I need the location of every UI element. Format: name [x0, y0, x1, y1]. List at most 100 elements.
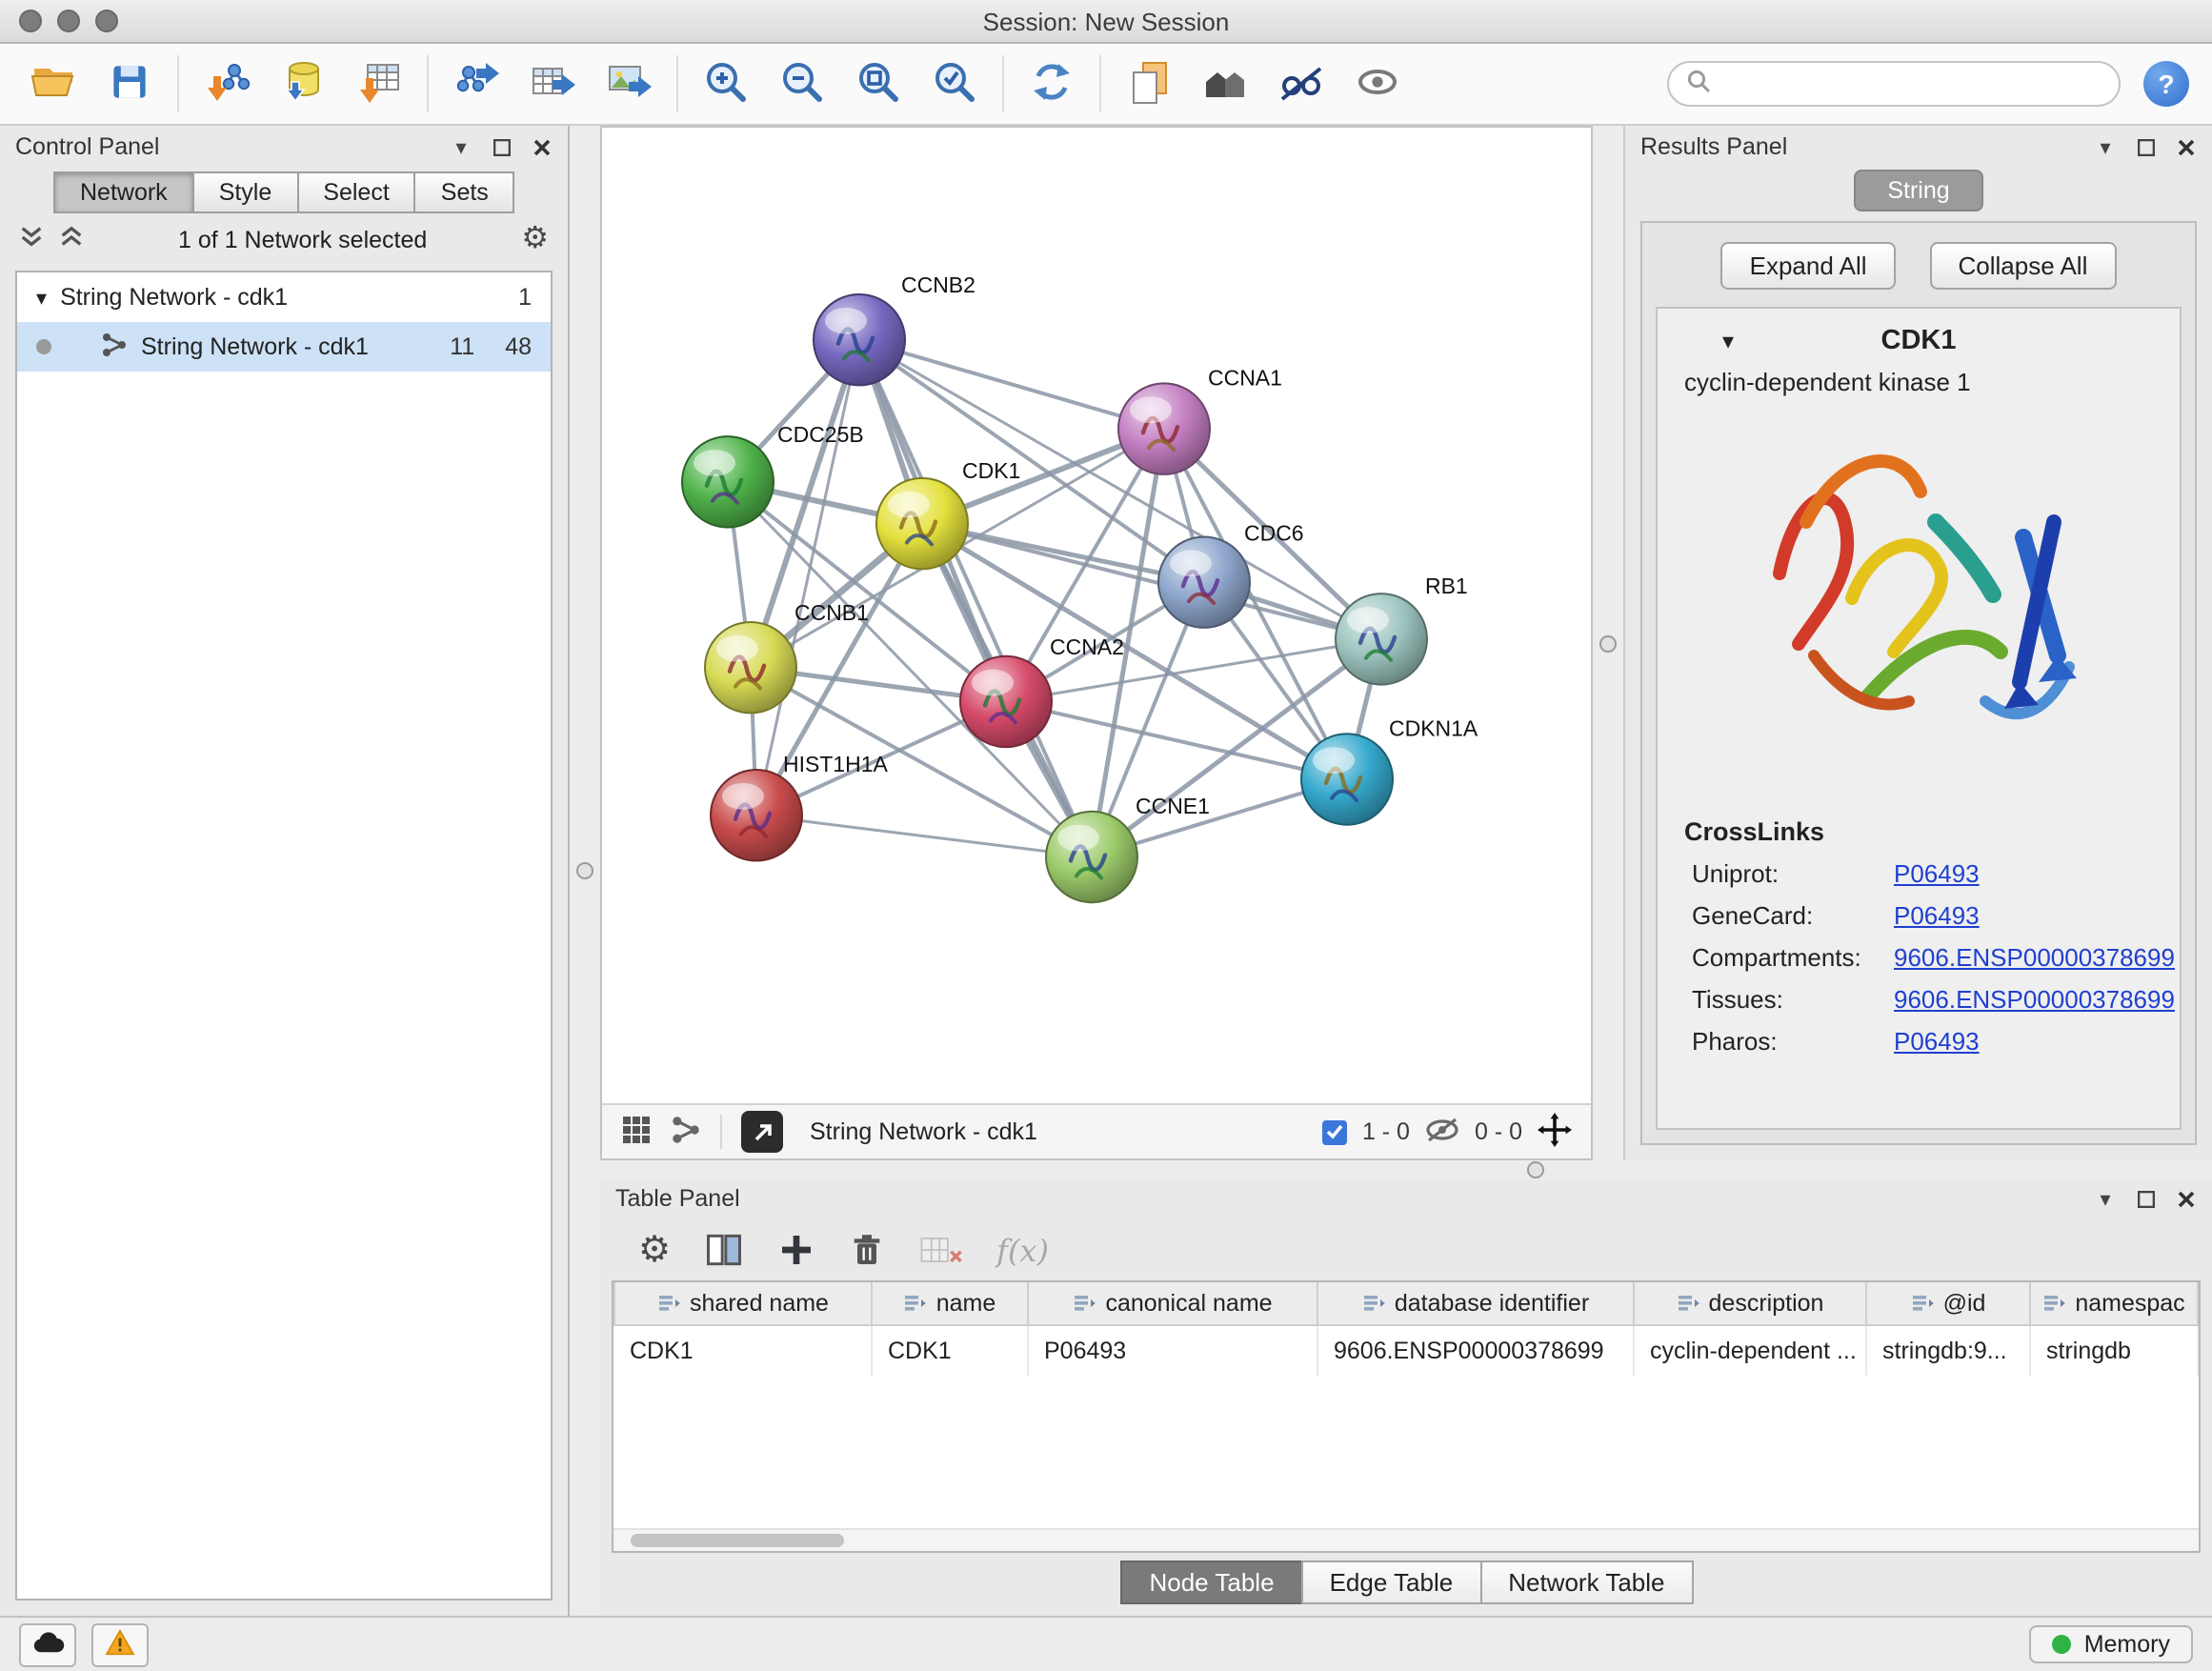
graph-node-CDK1[interactable] — [876, 478, 968, 569]
graph-node-CCNA2[interactable] — [960, 656, 1052, 747]
graph-node-CCNB1[interactable] — [705, 622, 796, 713]
column-header-description[interactable]: description — [1634, 1282, 1866, 1325]
tab-network-table[interactable]: Network Table — [1479, 1560, 1693, 1604]
graph-node-HIST1H1A[interactable] — [711, 770, 802, 860]
crosslink-link[interactable]: P06493 — [1894, 859, 1980, 888]
export-image-button[interactable] — [598, 53, 659, 114]
network-row[interactable]: String Network - cdk1 11 48 — [17, 322, 551, 372]
control-tab-sets[interactable]: Sets — [414, 171, 515, 213]
help-button[interactable]: ? — [2143, 61, 2189, 107]
expand-all-icon[interactable] — [19, 225, 44, 255]
open-session-button[interactable] — [23, 53, 84, 114]
import-network-database-button[interactable] — [272, 53, 333, 114]
control-tab-select[interactable]: Select — [296, 171, 416, 213]
panel-float-icon[interactable] — [490, 135, 513, 158]
table-cell[interactable]: cyclin-dependent ... — [1634, 1325, 1866, 1376]
export-table-button[interactable] — [522, 53, 583, 114]
splitter-handle[interactable] — [576, 862, 593, 879]
cloud-button[interactable] — [19, 1622, 76, 1666]
table-splitter[interactable] — [600, 1160, 2212, 1178]
column-header-namespac[interactable]: namespac — [2030, 1282, 2198, 1325]
close-window-button[interactable] — [19, 10, 42, 32]
graph-node-CCNA1[interactable] — [1118, 383, 1210, 473]
zoom-fit-button[interactable] — [848, 53, 909, 114]
import-network-file-button[interactable] — [196, 53, 257, 114]
splitter-handle[interactable] — [1526, 1160, 1543, 1178]
table-horizontal-scrollbar[interactable] — [613, 1528, 2199, 1551]
column-header-name[interactable]: name — [872, 1282, 1028, 1325]
splitter-handle[interactable] — [1599, 634, 1617, 652]
save-session-button[interactable] — [99, 53, 160, 114]
table-cell[interactable]: CDK1 — [614, 1325, 872, 1376]
tab-edge-table[interactable]: Edge Table — [1301, 1560, 1482, 1604]
delete-trash-icon[interactable] — [848, 1231, 886, 1269]
panel-close-icon[interactable] — [2174, 135, 2197, 158]
table-cell[interactable]: stringdb — [2030, 1325, 2198, 1376]
graph-node-CCNB2[interactable] — [814, 294, 905, 385]
graph-node-CDC6[interactable] — [1158, 536, 1250, 627]
selected-checkbox[interactable] — [1322, 1119, 1347, 1144]
graph-node-RB1[interactable] — [1336, 594, 1427, 684]
panel-float-icon[interactable] — [2134, 1187, 2157, 1210]
function-builder-icon[interactable]: f(x) — [996, 1232, 1049, 1268]
graph-node-CDC25B[interactable] — [682, 436, 774, 527]
hide-glasses-button[interactable] — [1271, 53, 1332, 114]
graph-node-CCNE1[interactable] — [1046, 812, 1137, 902]
table-cell[interactable]: 9606.ENSP00000378699 — [1317, 1325, 1634, 1376]
panel-menu-icon[interactable]: ▾ — [2094, 135, 2117, 158]
refresh-button[interactable] — [1021, 53, 1082, 114]
collapse-all-icon[interactable] — [59, 225, 84, 255]
gear-icon[interactable]: ⚙ — [521, 225, 549, 255]
import-table-button[interactable] — [349, 53, 410, 114]
right-splitter[interactable] — [1593, 126, 1623, 1160]
duplicate-network-button[interactable] — [1118, 53, 1179, 114]
zoom-out-button[interactable] — [772, 53, 833, 114]
panel-close-icon[interactable] — [2174, 1187, 2197, 1210]
hidden-eye-icon[interactable] — [1425, 1116, 1459, 1148]
add-row-plus-icon[interactable] — [777, 1231, 815, 1269]
panel-menu-icon[interactable]: ▾ — [2094, 1187, 2117, 1210]
scrollbar-thumb[interactable] — [631, 1534, 844, 1547]
toolbar-search-field[interactable] — [1667, 61, 2121, 107]
table-cell[interactable]: CDK1 — [872, 1325, 1028, 1376]
column-header-canonical-name[interactable]: canonical name — [1028, 1282, 1317, 1325]
minimize-window-button[interactable] — [57, 10, 80, 32]
column-header-database-identifier[interactable]: database identifier — [1317, 1282, 1634, 1325]
expand-all-button[interactable]: Expand All — [1721, 242, 1896, 290]
panel-float-icon[interactable] — [2134, 135, 2157, 158]
table-settings-gear-icon[interactable]: ⚙ — [638, 1232, 671, 1268]
tab-string[interactable]: String — [1853, 170, 1983, 211]
export-network-button[interactable] — [446, 53, 507, 114]
column-header--id[interactable]: @id — [1866, 1282, 2030, 1325]
graph-node-CDKN1A[interactable] — [1301, 734, 1393, 824]
grid-view-icon[interactable] — [621, 1114, 652, 1150]
crosslink-link[interactable]: 9606.ENSP00000378699 — [1894, 943, 2175, 972]
crosslink-link[interactable]: 9606.ENSP00000378699 — [1894, 985, 2175, 1014]
collapse-all-button[interactable]: Collapse All — [1930, 242, 2117, 290]
zoom-window-button[interactable] — [95, 10, 118, 32]
column-header-shared-name[interactable]: shared name — [614, 1282, 872, 1325]
control-tab-style[interactable]: Style — [192, 171, 299, 213]
show-columns-icon[interactable] — [703, 1229, 745, 1271]
control-tab-network[interactable]: Network — [53, 171, 194, 213]
home-button[interactable] — [1195, 53, 1256, 114]
zoom-selected-button[interactable] — [924, 53, 985, 114]
network-collection-row[interactable]: ▾ String Network - cdk1 1 — [17, 272, 551, 322]
collection-disclosure-icon[interactable]: ▾ — [36, 285, 47, 310]
show-eye-button[interactable] — [1347, 53, 1408, 114]
pan-crosshair-icon[interactable] — [1538, 1112, 1572, 1152]
panel-close-icon[interactable] — [530, 135, 553, 158]
tab-node-table[interactable]: Node Table — [1120, 1560, 1302, 1604]
table-cell[interactable]: stringdb:9... — [1866, 1325, 2030, 1376]
left-splitter[interactable] — [570, 126, 600, 1616]
open-external-button[interactable] — [741, 1111, 783, 1153]
crosslink-link[interactable]: P06493 — [1894, 1027, 1980, 1056]
table-cell[interactable]: P06493 — [1028, 1325, 1317, 1376]
crosslink-link[interactable]: P06493 — [1894, 901, 1980, 930]
warning-button[interactable] — [91, 1622, 149, 1666]
network-share-icon[interactable] — [671, 1114, 701, 1150]
network-canvas[interactable]: CCNB2CCNA1CDC25BCDK1CDC6RB1CCNB1CCNA2CDK… — [602, 128, 1591, 1103]
delete-column-icon[interactable] — [918, 1231, 964, 1269]
zoom-in-button[interactable] — [695, 53, 756, 114]
gene-collapse-icon[interactable]: ▾ — [1722, 328, 1734, 354]
